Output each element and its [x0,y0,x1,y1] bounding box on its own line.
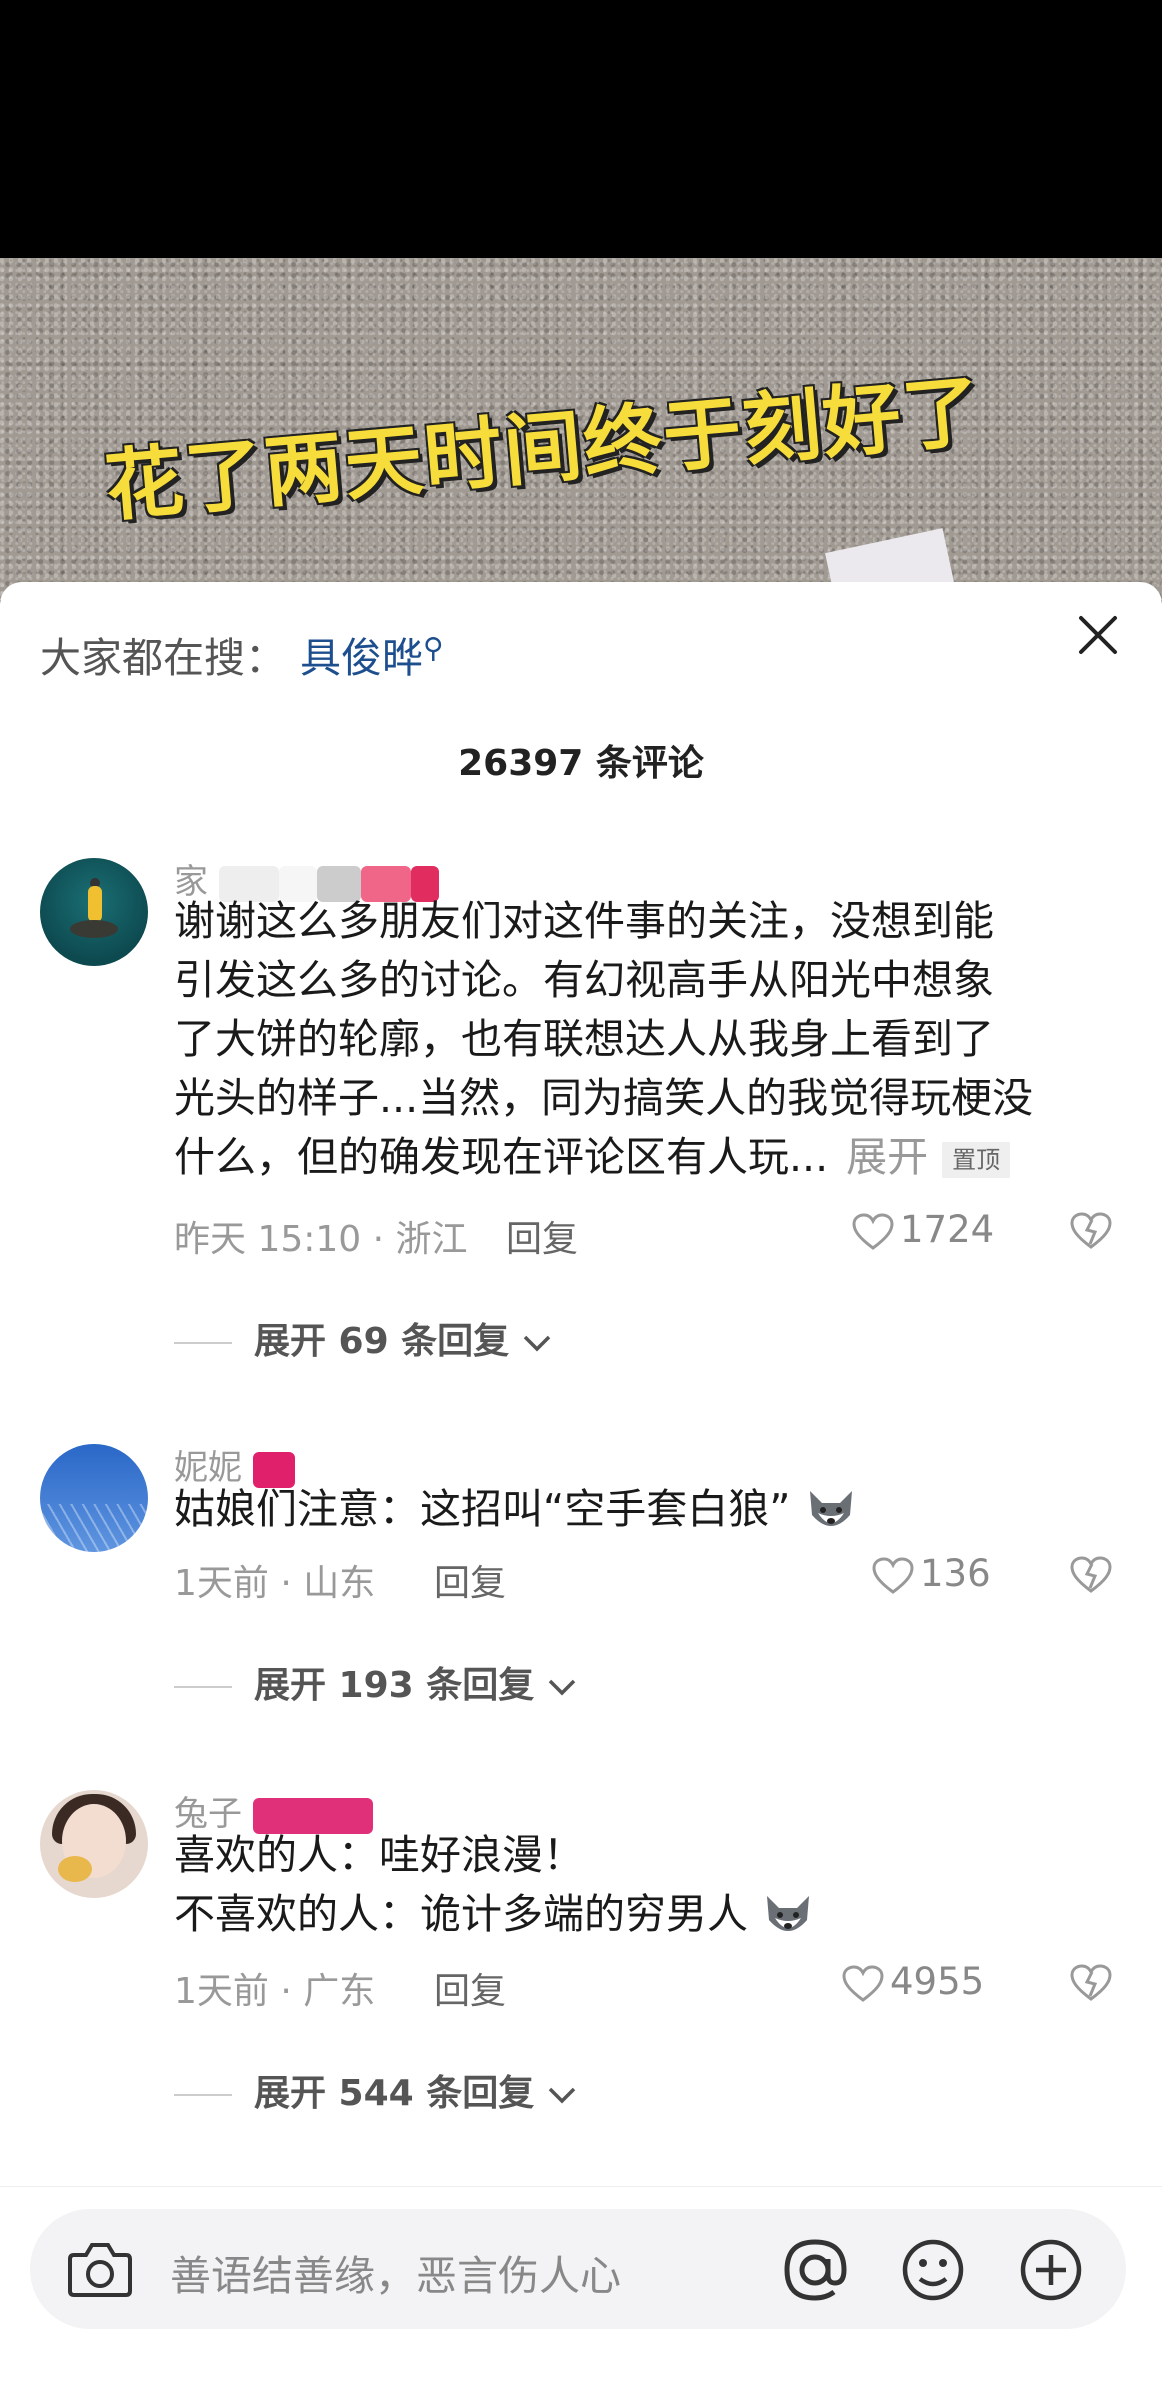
trending-search[interactable]: 大家都在搜： 具俊晔⚲ [40,624,444,684]
chevron-down-icon [548,1679,576,1696]
expand-text-button[interactable]: 展开 [846,1133,928,1181]
expand-replies-button[interactable]: 展开 69 条回复 [174,1312,552,1364]
dislike-icon[interactable] [1070,1556,1112,1598]
comment-meta: 1天前 · 广东 [174,1971,376,2012]
comment-meta: 昨天 15:10 · 浙江 [174,1219,468,1260]
search-icon: ⚲ [423,631,444,665]
comment-input-area: 善语结善缘，恶言伤人心 [0,2186,1162,2389]
expand-replies-button[interactable]: 展开 193 条回复 [174,1656,577,1708]
like-count: 4955 [890,1960,985,2003]
comment-text: 姑娘们注意：这招叫“空手套白狼” [174,1480,1124,1539]
reply-button[interactable]: 回复 [434,1554,506,1606]
close-icon[interactable] [1070,610,1126,666]
avatar[interactable] [40,1444,148,1552]
like-button[interactable]: 4955 [842,1960,984,2003]
pinned-badge: 置顶 [942,1142,1011,1178]
comment-count: 26397 条评论 [458,743,704,784]
like-button[interactable]: 136 [872,1552,991,1595]
expand-replies-button[interactable]: 展开 544 条回复 [174,2064,577,2116]
comment-sheet: 大家都在搜： 具俊晔⚲ 26397 条评论 家 谢谢这么多朋友们对这件事的关注，没… [0,582,1162,2389]
comment-input[interactable]: 善语结善缘，恶言伤人心 [30,2209,1126,2329]
dislike-icon[interactable] [1070,1964,1112,2006]
plus-icon[interactable] [1018,2237,1084,2307]
heart-icon [852,1212,894,1250]
comment-meta: 1天前 · 山东 [174,1563,376,1604]
dislike-icon[interactable] [1070,1212,1112,1254]
like-count: 1724 [900,1208,995,1251]
camera-icon[interactable] [66,2239,134,2303]
divider [174,1686,232,1688]
divider [174,1342,232,1344]
wolf-emoji [809,1491,852,1526]
avatar[interactable] [40,858,148,966]
video-area[interactable]: 花了两天时间终于刻好了 [0,0,1162,600]
like-button[interactable]: 1724 [852,1208,994,1251]
at-icon[interactable] [782,2237,848,2307]
emoji-icon[interactable] [900,2237,966,2307]
trending-search-term[interactable]: 具俊晔 [300,634,423,682]
reply-button[interactable]: 回复 [506,1210,578,1262]
heart-icon [842,1964,884,2002]
chevron-down-icon [548,2087,576,2104]
reply-button[interactable]: 回复 [434,1962,506,2014]
divider [174,2094,232,2096]
avatar[interactable] [40,1790,148,1898]
comment-text: 喜欢的人：哇好浪漫！ 不喜欢的人：诡计多端的穷男人 [174,1826,1124,1944]
wolf-emoji [767,1896,810,1931]
like-count: 136 [920,1552,991,1595]
comment-text: 谢谢这么多朋友们对这件事的关注，没想到能 引发这么多的讨论。有幻视高手从阳光中想… [174,897,1034,1181]
trending-search-prefix: 大家都在搜： [40,634,286,682]
chevron-down-icon [523,1335,550,1352]
heart-icon [872,1556,914,1594]
comment-placeholder: 善语结善缘，恶言伤人心 [170,2252,621,2300]
